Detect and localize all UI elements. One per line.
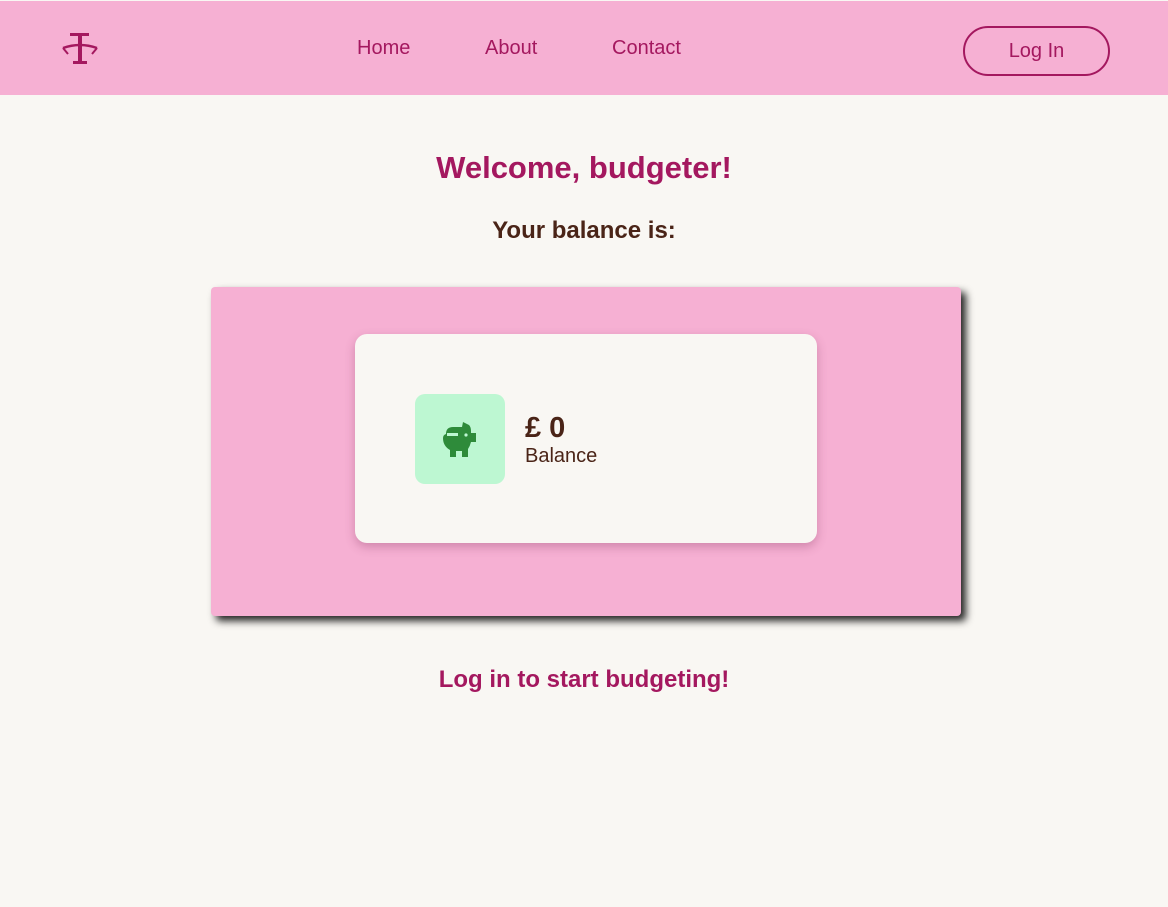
piggy-bank-icon — [415, 394, 505, 484]
balance-panel: £ 0 Balance — [211, 287, 961, 616]
balance-label: Balance — [525, 445, 598, 467]
navbar: Home About Contact Log In — [0, 1, 1168, 95]
nav-link-contact[interactable]: Contact — [612, 37, 681, 59]
balance-card: £ 0 Balance — [355, 334, 817, 543]
balance-amount: £ 0 — [525, 412, 566, 444]
welcome-heading: Welcome, budgeter! — [436, 150, 732, 185]
balance-heading: Your balance is: — [492, 217, 676, 244]
nav-link-about[interactable]: About — [485, 37, 537, 59]
nav-link-home[interactable]: Home — [357, 37, 410, 59]
balance-scale-logo-icon[interactable] — [60, 31, 100, 67]
login-prompt: Log in to start budgeting! — [438, 666, 730, 693]
login-button[interactable]: Log In — [963, 26, 1110, 76]
